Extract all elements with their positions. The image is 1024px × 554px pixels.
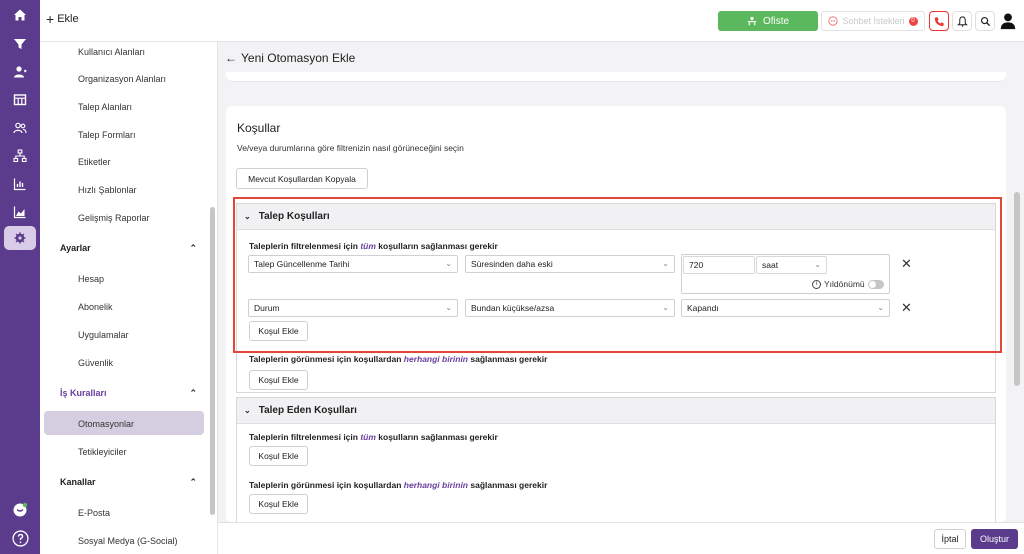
chat-bubble-icon[interactable] [0,498,40,522]
sidebar-section-settings[interactable]: Ayarlar ⌃ [60,243,210,253]
search-icon [980,16,990,26]
sidebar-section-business-rules[interactable]: İş Kuralları ⌃ [60,388,210,398]
sidebar-item-triggers[interactable]: Tetikleyiciler [78,447,127,457]
sidebar-item-email[interactable]: E-Posta [78,508,110,518]
status-ofiste-button[interactable]: Ofiste [718,11,818,31]
sidebar-item-org-fields[interactable]: Organizasyon Alanları [78,74,166,84]
chevron-down-icon: ⌄ [244,406,251,415]
chevron-up-icon: ⌃ [189,388,197,398]
chevron-up-icon: ⌃ [189,243,197,253]
sidebar-item-tags[interactable]: Etiketler [78,157,111,167]
add-button[interactable]: + Ekle [46,10,79,27]
chat-icon [828,16,839,26]
create-button[interactable]: Oluştur [971,529,1018,549]
sidebar-item-ticket-fields[interactable]: Talep Alanları [78,102,132,112]
requester-conditions-panel: ⌄ Talep Eden Koşulları [236,397,996,522]
previous-card-bottom [226,72,1006,82]
back-arrow-icon[interactable]: ← [225,51,237,65]
phone-icon [934,16,944,26]
user-avatar-icon [1000,13,1016,30]
requester-conditions-title: Talep Eden Koşulları [258,405,357,416]
requester-all-conditions-text: Taleplerin filtrelenmesi için tüm koşull… [249,432,498,442]
sidebar-item-subscription[interactable]: Abonelik [78,302,113,312]
area-chart-icon[interactable] [0,200,40,224]
sidebar-scrollbar[interactable] [210,207,215,515]
sidebar-item-security[interactable]: Güvenlik [78,358,113,368]
user-avatar[interactable] [997,10,1019,32]
chat-requests-count: 0 [908,16,918,26]
main-scrollbar[interactable] [1014,192,1020,386]
settings-sidebar: Kullanıcı Alanları Organizasyon Alanları… [40,42,218,554]
sidebar-item-quick-templates[interactable]: Hızlı Şablonlar [78,185,137,195]
sidebar-section-channels[interactable]: Kanallar ⌃ [60,477,210,487]
chat-requests-label: Sohbet İstekleri [842,16,905,26]
icon-rail [0,0,40,554]
requester-conditions-header[interactable]: ⌄ Talep Eden Koşulları [237,398,995,424]
chat-requests-button[interactable]: Sohbet İstekleri 0 [821,11,925,31]
sidebar-item-ticket-forms[interactable]: Talep Formları [78,130,136,140]
sidebar-item-applications[interactable]: Uygulamalar [78,330,129,340]
page-title: Yeni Otomasyon Ekle [241,51,356,65]
conditions-title: Koşullar [237,121,281,135]
conditions-description: Ve/veya durumlarına göre filtrenizin nas… [237,143,464,153]
highlight-annotation-box [233,197,1002,353]
help-icon[interactable] [0,526,40,550]
page-header: ← Yeni Otomasyon Ekle [218,42,1024,72]
add-any-condition-button[interactable]: Koşul Ekle [249,494,308,514]
notifications-button[interactable] [952,11,972,31]
chevron-up-icon: ⌃ [189,477,197,487]
plus-icon: + [46,10,55,27]
filter-icon[interactable] [0,32,40,56]
add-label: Ekle [57,13,79,25]
sidebar-item-automations[interactable]: Otomasyonlar [78,419,134,429]
users-icon[interactable] [0,116,40,140]
phone-button[interactable] [929,11,949,31]
table-icon[interactable] [0,88,40,112]
top-bar: + Ekle Ofiste Sohbet İstekleri 0 [40,0,1024,42]
section-settings-label: Ayarlar [60,243,91,253]
sidebar-item-social-media[interactable]: Sosyal Medya (G-Social) [78,536,178,546]
bar-chart-icon[interactable] [0,172,40,196]
sidebar-item-account[interactable]: Hesap [78,274,104,284]
bell-icon [956,15,968,27]
section-channels-label: Kanallar [60,477,96,487]
section-business-rules-label: İş Kuralları [60,388,107,398]
user-desk-icon [747,16,757,26]
user-icon[interactable] [0,60,40,84]
sidebar-item-user-fields[interactable]: Kullanıcı Alanları [78,47,145,57]
search-button[interactable] [975,11,995,31]
add-all-condition-button[interactable]: Koşul Ekle [249,446,308,466]
form-footer: İptal Oluştur [218,522,1024,554]
requester-any-conditions-text: Taleplerin görünmesi için koşullardan he… [249,480,548,490]
sidebar-item-advanced-reports[interactable]: Gelişmiş Raporlar [78,213,150,223]
settings-gear-icon[interactable] [4,226,36,250]
ofiste-label: Ofiste [762,15,790,27]
cancel-button[interactable]: İptal [934,529,966,549]
add-any-condition-button[interactable]: Koşul Ekle [249,370,308,390]
ticket-any-conditions-text: Taleplerin görünmesi için koşullardan he… [249,354,548,364]
copy-from-existing-button[interactable]: Mevcut Koşullardan Kopyala [236,168,368,189]
home-icon[interactable] [0,3,40,27]
org-tree-icon[interactable] [0,144,40,168]
